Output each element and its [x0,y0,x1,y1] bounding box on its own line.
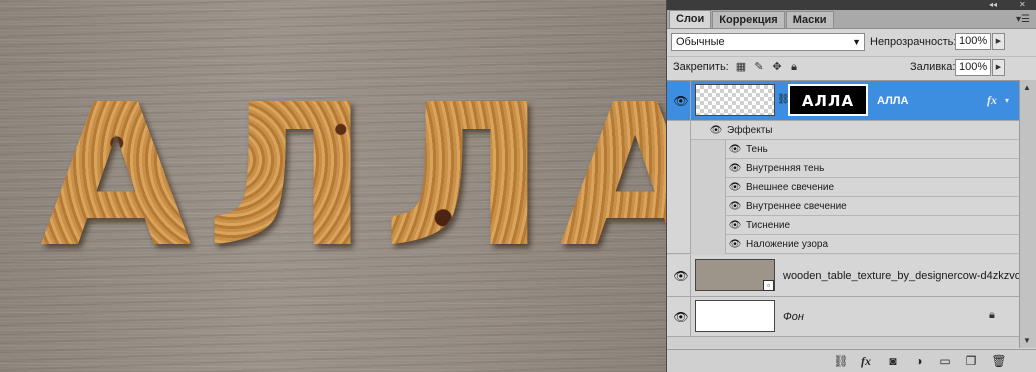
tab-masks[interactable]: Маски [785,11,834,28]
lock-all-icon[interactable]: 🔒︎ [788,61,800,73]
effect-name: Тиснение [746,220,791,231]
effect-name: Наложение узора [746,239,829,250]
expand-effects-icon[interactable]: ▾ [1005,96,1009,105]
layer-thumbnail[interactable] [695,84,775,116]
layer-thumbnail[interactable] [695,300,775,332]
effect-row-drop-shadow[interactable]: 👁︎ Тень [725,140,1019,159]
layer-row-wood[interactable]: 👁︎ ▫ wooden_table_texture_by_designercow… [667,255,1019,297]
opacity-label: Непрозрачность: [870,36,957,48]
fill-input[interactable]: 100% [955,59,991,76]
fill-slider-arrow-icon[interactable]: ▶ [992,59,1005,76]
layer-row-background[interactable]: 👁︎ Фон 🔒︎ [667,297,1019,337]
lock-label: Закрепить: [673,61,729,73]
effect-name: Внешнее свечение [746,182,835,193]
effect-name: Внутреннее свечение [746,201,847,212]
eye-icon[interactable]: 👁︎ [709,121,723,140]
effect-row-inner-shadow[interactable]: 👁︎ Внутренняя тень [725,159,1019,178]
panel-title-bar: ◂◂ ✕ [667,0,1036,10]
effect-row-bevel-emboss[interactable]: 👁︎ Тиснение [725,216,1019,235]
lock-icon: 🔒︎ [989,309,995,321]
fx-badge[interactable]: fx [987,93,997,108]
layers-panel: ◂◂ ✕ Слои Коррекция Маски ▾☰ Обычные ▼ Н… [666,0,1036,372]
add-mask-icon[interactable]: ◙ [885,354,901,368]
effect-row-pattern-overlay[interactable]: 👁︎ Наложение узора [725,235,1019,254]
lock-transparency-icon[interactable]: ▦ [735,61,747,73]
opacity-slider-arrow-icon[interactable]: ▶ [992,33,1005,50]
close-icon[interactable]: ✕ [1019,0,1026,10]
visibility-column [667,121,691,254]
tab-adjustments[interactable]: Коррекция [712,11,785,28]
eye-icon[interactable]: 👁︎ [728,216,742,235]
mask-text: АЛЛА [801,92,855,110]
effect-row-inner-glow[interactable]: 👁︎ Внутреннее свечение [725,197,1019,216]
eye-icon[interactable]: 👁︎ [728,178,742,197]
panel-tab-bar: Слои Коррекция Маски ▾☰ [667,10,1036,29]
eye-icon[interactable]: 👁︎ [728,159,742,178]
layer-mask-thumbnail[interactable]: АЛЛА [788,84,868,116]
fill-label: Заливка: [910,61,956,73]
eye-icon[interactable]: 👁︎ [728,197,742,216]
effect-name: Внутренняя тень [746,163,825,174]
document-canvas[interactable]: АЛЛА [0,0,666,372]
lock-row: Закрепить: ▦ ✎ ✥ 🔒︎ Заливка: 100% ▶ [667,56,1036,78]
effects-label: Эффекты [727,125,773,136]
smart-object-icon: ▫ [763,280,774,291]
panel-menu-icon[interactable]: ▾☰ [1016,14,1030,25]
effects-group-row[interactable]: 👁︎ Эффекты [691,121,1019,140]
chevron-down-icon: ▼ [852,37,861,47]
eye-icon[interactable]: 👁︎ [728,140,742,159]
new-layer-icon[interactable]: ❐ [963,354,979,368]
effect-row-outer-glow[interactable]: 👁︎ Внешнее свечение [725,178,1019,197]
canvas-cookie-text: АЛЛА [40,92,666,262]
new-group-icon[interactable]: ▭ [937,354,953,368]
layer-row-text[interactable]: 👁︎ ⛓︎ АЛЛА АЛЛА fx ▾ [667,81,1019,121]
layers-list: 👁︎ ⛓︎ АЛЛА АЛЛА fx ▾ 👁︎ Эффекты 👁︎ Тень … [667,80,1019,348]
eye-icon[interactable]: 👁︎ [672,269,690,283]
double-chevron-left-icon[interactable]: ◂◂ [989,0,997,10]
lock-move-icon[interactable]: ✥ [771,61,783,73]
lock-paint-icon[interactable]: ✎ [753,61,765,73]
adjustment-layer-icon[interactable]: ◑ [911,354,927,368]
effect-name: Тень [746,144,768,155]
layers-bottom-bar: ⛓︎ fx ◙ ◑ ▭ ❐ 🗑︎ [667,349,1036,372]
link-layers-icon[interactable]: ⛓︎ [833,354,849,368]
layer-name[interactable]: Фон [783,311,804,323]
eye-icon[interactable]: 👁︎ [672,310,690,324]
delete-layer-icon[interactable]: 🗑︎ [991,354,1007,368]
scroll-up-icon[interactable]: ▲ [1023,83,1031,92]
layer-name[interactable]: wooden_table_texture_by_designercow-d4zk… [783,270,1019,282]
blend-mode-value: Обычные [676,36,725,48]
layers-scrollbar[interactable]: ▲ ▼ [1019,80,1036,348]
opacity-input[interactable]: 100% [955,33,991,50]
eye-icon[interactable]: 👁︎ [672,94,690,108]
add-style-icon[interactable]: fx [858,354,874,368]
eye-icon[interactable]: 👁︎ [728,235,742,254]
blend-mode-select[interactable]: Обычные ▼ [671,33,865,51]
tab-layers[interactable]: Слои [669,10,712,28]
layer-name[interactable]: АЛЛА [877,95,908,107]
scroll-down-icon[interactable]: ▼ [1023,336,1031,345]
blend-row: Обычные ▼ Непрозрачность: 100% ▶ [667,30,1036,54]
